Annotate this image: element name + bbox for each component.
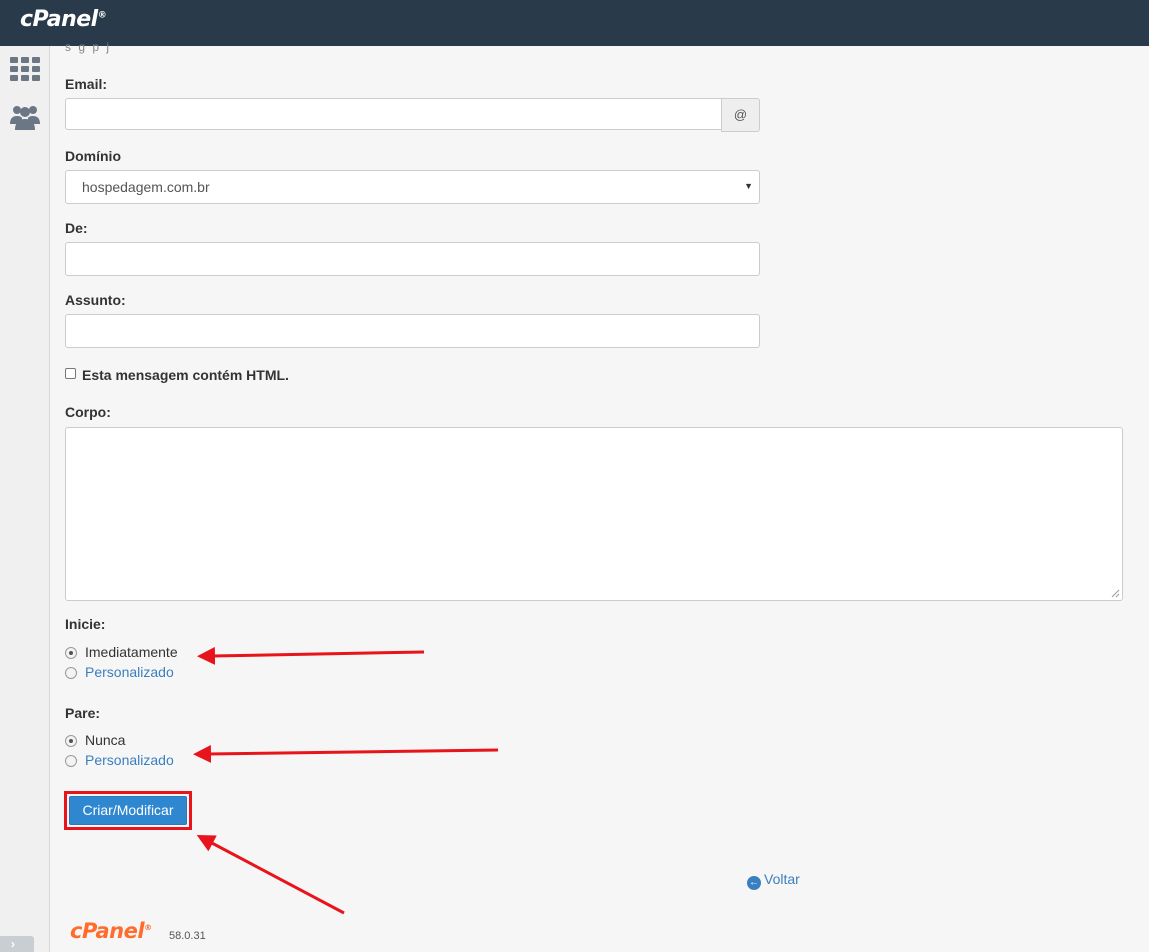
back-link-label: Voltar [764,871,800,887]
domain-label: Domínio [65,148,121,164]
email-field[interactable] [65,98,722,130]
cropped-description-text: s g p j [65,40,112,54]
start-label: Inicie: [65,616,106,632]
arrow-left-circle-icon: ← [747,876,761,890]
start-immediately-label[interactable]: Imediatamente [85,644,178,660]
resize-grip-icon[interactable] [1111,589,1120,598]
body-label: Corpo: [65,404,111,420]
stop-custom-label[interactable]: Personalizado [85,752,174,768]
sidebar: › [0,46,50,952]
subject-field[interactable] [65,314,760,348]
main-content: s g p j Email: @ Domínio hospedagem.com.… [50,40,1149,952]
annotation-highlight-box: Criar/Modificar [64,791,192,830]
grid-icon[interactable] [10,56,40,84]
stop-never-label[interactable]: Nunca [85,732,125,748]
version-text: 58.0.31 [169,930,206,942]
html-checkbox-label[interactable]: Esta mensagem contém HTML. [82,367,289,383]
start-custom-label[interactable]: Personalizado [85,664,174,680]
back-link[interactable]: ← Voltar [747,871,800,890]
subject-label: Assunto: [65,292,126,308]
at-sign-addon: @ [721,98,760,132]
stop-label: Pare: [65,705,101,721]
start-custom-radio[interactable] [65,667,77,679]
domain-select[interactable]: hospedagem.com.br ▼ [65,170,760,204]
domain-select-value: hospedagem.com.br [82,179,210,195]
create-modify-button[interactable]: Criar/Modificar [69,796,187,825]
html-checkbox[interactable] [65,368,76,379]
stop-never-radio[interactable] [65,735,77,747]
stop-custom-radio[interactable] [65,755,77,767]
from-field[interactable] [65,242,760,276]
chevron-down-icon: ▼ [744,181,753,191]
sidebar-toggle-button[interactable]: › [0,936,34,952]
cpanel-logo[interactable]: cPanel® [20,7,107,32]
email-input-group: @ [65,98,760,132]
footer-cpanel-logo: cPanel® [70,919,152,943]
footer-logo-text: cPanel [70,919,145,943]
email-label: Email: [65,76,108,92]
cpanel-logo-text: cPanel [20,7,98,32]
chevron-right-icon: › [11,937,15,951]
top-bar: cPanel® [0,0,1149,46]
from-label: De: [65,220,88,236]
start-immediately-radio[interactable] [65,647,77,659]
users-icon[interactable] [10,102,40,130]
body-textarea[interactable] [65,427,1123,601]
